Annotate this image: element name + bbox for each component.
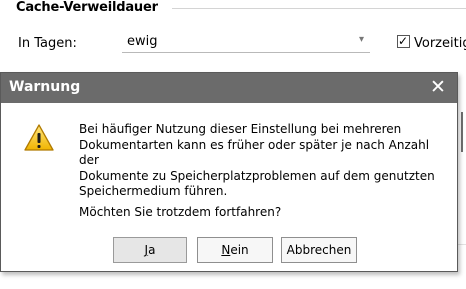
days-label: In Tagen: xyxy=(18,36,77,51)
warning-dialog: Warnung ✕ Bei häufiger Nutzung dieser Ei… xyxy=(0,72,458,272)
checkmark-icon: ✓ xyxy=(398,34,409,48)
dialog-message: Bei häufiger Nutzung dieser Einstellung … xyxy=(79,122,451,200)
dialog-question: Möchten Sie trotzdem fortfahren? xyxy=(79,205,282,219)
chevron-down-icon[interactable]: ▾ xyxy=(359,34,364,45)
message-line: Dokumente zu Speicherplatzproblemen auf … xyxy=(79,168,435,183)
cancel-button[interactable]: Abbrechen xyxy=(281,237,357,263)
days-combobox[interactable]: ewig ▾ xyxy=(122,31,370,53)
message-line: Dokumentarten kann es früher oder später… xyxy=(79,137,430,168)
message-line: Bei häufiger Nutzung dieser Einstellung … xyxy=(79,122,402,136)
preload-label: Vorzeitig xyxy=(414,36,466,51)
dialog-title: Warnung xyxy=(9,79,81,95)
yes-button-label: a xyxy=(148,243,156,257)
group-title: Cache-Verweildauer xyxy=(16,0,158,15)
days-combobox-value: ewig xyxy=(127,34,158,49)
no-button-mnemonic: N xyxy=(221,243,231,257)
yes-button[interactable]: Ja xyxy=(113,237,187,263)
page-edge-marker xyxy=(461,112,463,152)
preload-checkbox[interactable]: ✓ xyxy=(397,34,410,48)
close-icon[interactable]: ✕ xyxy=(429,76,447,98)
message-line: Speichermedium führen. xyxy=(79,184,228,198)
no-button-label: ein xyxy=(230,243,249,257)
group-divider xyxy=(172,8,466,9)
dialog-titlebar[interactable]: Warnung ✕ xyxy=(1,73,457,103)
warning-icon xyxy=(24,124,54,151)
no-button[interactable]: Nein xyxy=(197,237,273,263)
